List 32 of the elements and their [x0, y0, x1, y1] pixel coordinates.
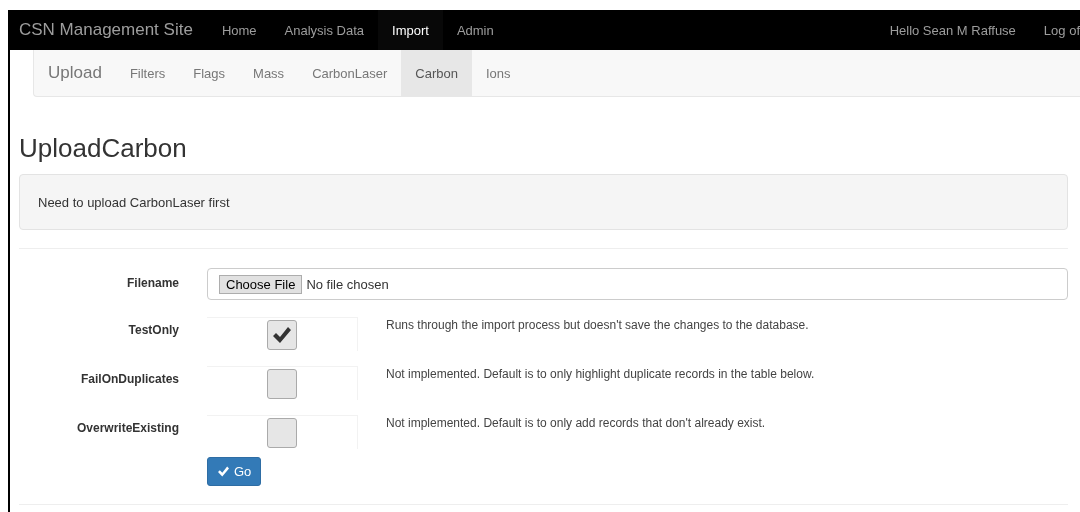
- help-text: Not implemented. Default is to only highlight duplicate records in the table below.: [386, 366, 815, 381]
- help-text: Not implemented. Default is to only add records that don't already exist.: [386, 415, 766, 430]
- field-label: FailOnDuplicates: [79, 371, 179, 386]
- logoff-link[interactable]: Log of: [1029, 10, 1080, 50]
- nav-link[interactable]: Import: [378, 10, 443, 50]
- check-icon: [272, 326, 292, 344]
- subnav-link[interactable]: Ions: [471, 50, 525, 96]
- choose-file-button[interactable]: Choose File: [219, 274, 303, 294]
- subnav-link[interactable]: Flags: [179, 50, 240, 96]
- checkbox[interactable]: [267, 418, 297, 448]
- subnav-link[interactable]: Filters: [115, 50, 180, 96]
- field-label: Filename: [125, 275, 179, 290]
- nav-link[interactable]: Admin: [442, 10, 508, 50]
- alert-message: Need to upload CarbonLaser first: [19, 174, 1068, 230]
- subnav-link[interactable]: CarbonLaser: [298, 50, 402, 96]
- checkbox[interactable]: [267, 320, 297, 350]
- subnav-brand[interactable]: Upload: [34, 50, 116, 96]
- field-label: TestOnly: [127, 322, 179, 337]
- check-icon: [217, 466, 230, 477]
- go-button[interactable]: Go: [207, 457, 262, 486]
- greeting-link[interactable]: Hello Sean M Raffuse: [875, 10, 1030, 50]
- file-status: No file chosen: [306, 276, 389, 292]
- nav-link[interactable]: Analysis Data: [270, 10, 379, 50]
- page-title: UploadCarbon: [19, 133, 188, 164]
- field-label: OverwriteExisting: [75, 420, 179, 435]
- subnav-link[interactable]: Mass: [239, 50, 299, 96]
- checkbox[interactable]: [267, 369, 297, 399]
- help-text: Runs through the import process but doesn't save the changes to the database.: [386, 317, 809, 332]
- file-input[interactable]: Choose File No file chosen: [207, 268, 1068, 300]
- site-brand[interactable]: CSN Management Site: [10, 10, 208, 50]
- nav-link[interactable]: Home: [207, 10, 271, 50]
- subnav-link[interactable]: Carbon: [401, 50, 472, 96]
